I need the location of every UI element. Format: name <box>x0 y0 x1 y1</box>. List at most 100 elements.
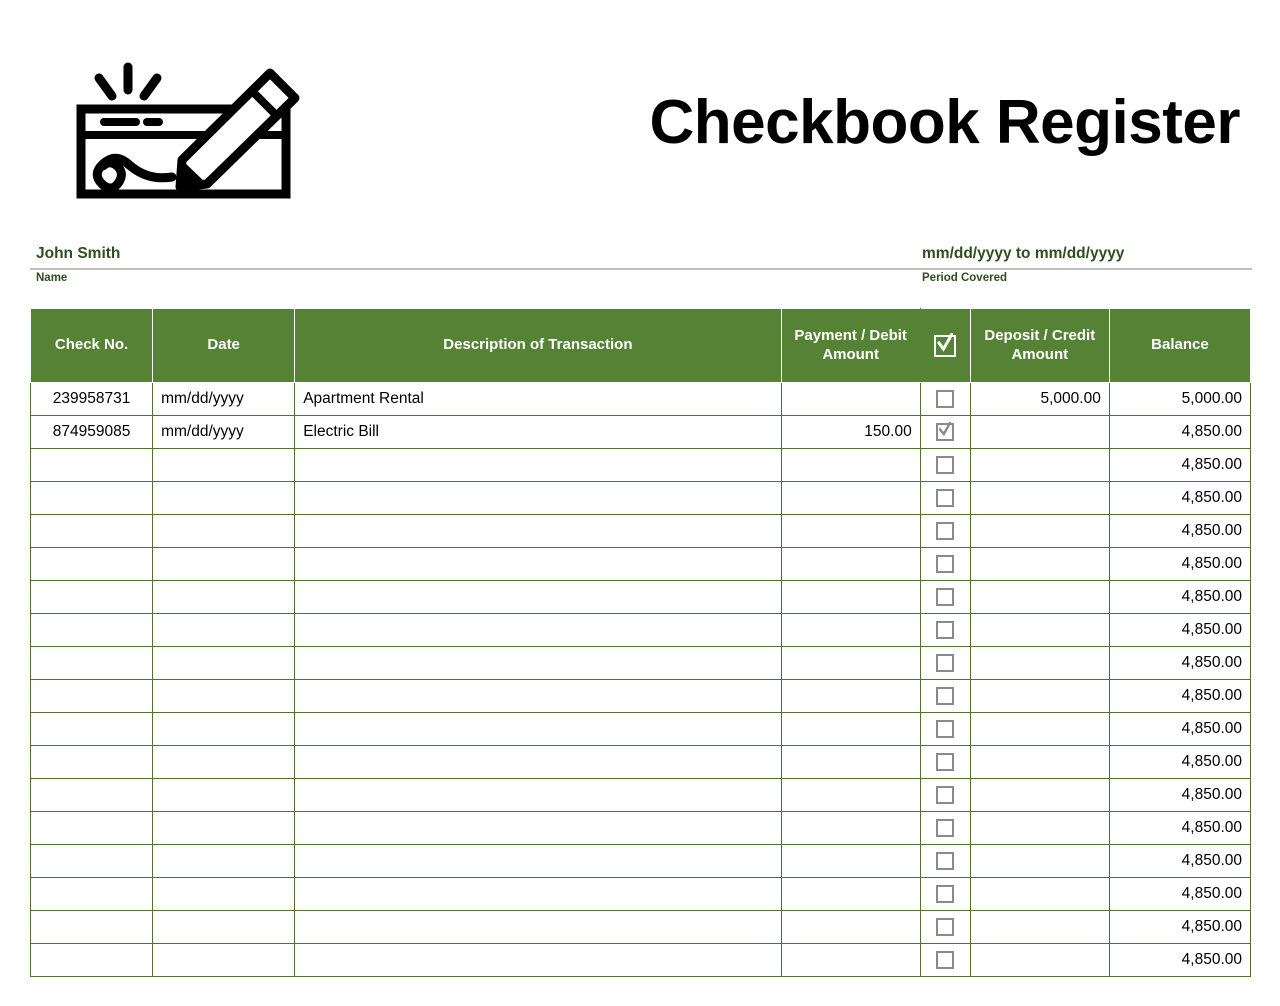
cell-check-no[interactable] <box>29 877 154 911</box>
cell-description[interactable] <box>294 547 782 581</box>
cell-payment[interactable] <box>780 514 921 548</box>
cell-description[interactable]: Apartment Rental <box>294 382 782 416</box>
cell-description[interactable] <box>294 811 782 845</box>
period-value[interactable]: mm/dd/yyyy to mm/dd/yyyy <box>922 244 1124 264</box>
cell-date[interactable] <box>152 745 296 779</box>
unchecked-checkbox-icon[interactable] <box>936 950 955 969</box>
cell-balance[interactable]: 4,850.00 <box>1108 844 1252 878</box>
cell-description[interactable] <box>294 910 782 944</box>
cell-cleared-checkbox[interactable] <box>919 679 971 713</box>
cell-balance[interactable]: 4,850.00 <box>1108 679 1252 713</box>
unchecked-checkbox-icon[interactable] <box>936 917 955 936</box>
cell-description[interactable] <box>294 481 782 515</box>
unchecked-checkbox-icon[interactable] <box>936 653 955 672</box>
column-header-payment[interactable]: Payment / Debit Amount <box>780 308 921 383</box>
cell-payment[interactable] <box>780 778 921 812</box>
cell-date[interactable] <box>152 481 296 515</box>
cell-deposit[interactable] <box>969 514 1110 548</box>
cell-date[interactable] <box>152 811 296 845</box>
cell-date[interactable]: mm/dd/yyyy <box>152 415 296 449</box>
cell-date[interactable] <box>152 910 296 944</box>
unchecked-checkbox-icon[interactable] <box>936 719 955 738</box>
cell-balance[interactable]: 4,850.00 <box>1108 646 1252 680</box>
cell-balance[interactable]: 4,850.00 <box>1108 415 1252 449</box>
cell-date[interactable] <box>152 514 296 548</box>
cell-cleared-checkbox[interactable] <box>919 811 971 845</box>
cell-payment[interactable] <box>780 910 921 944</box>
cell-payment[interactable] <box>780 448 921 482</box>
cell-description[interactable] <box>294 712 782 746</box>
cell-check-no[interactable] <box>29 514 154 548</box>
cell-deposit[interactable] <box>969 481 1110 515</box>
cell-payment[interactable] <box>780 580 921 614</box>
cell-balance[interactable]: 4,850.00 <box>1108 811 1252 845</box>
cell-check-no[interactable]: 239958731 <box>29 382 154 416</box>
cell-description[interactable] <box>294 613 782 647</box>
cell-check-no[interactable] <box>29 646 154 680</box>
cell-check-no[interactable] <box>29 613 154 647</box>
cell-check-no[interactable] <box>29 481 154 515</box>
cell-check-no[interactable] <box>29 811 154 845</box>
cell-deposit[interactable] <box>969 448 1110 482</box>
column-header-description[interactable]: Description of Transaction <box>294 308 782 383</box>
cell-deposit[interactable] <box>969 547 1110 581</box>
cell-cleared-checkbox[interactable] <box>919 646 971 680</box>
cell-cleared-checkbox[interactable] <box>919 910 971 944</box>
cell-check-no[interactable] <box>29 712 154 746</box>
cell-check-no[interactable]: 874959085 <box>29 415 154 449</box>
cell-date[interactable] <box>152 547 296 581</box>
cell-deposit[interactable]: 5,000.00 <box>969 382 1110 416</box>
cell-description[interactable] <box>294 580 782 614</box>
cell-balance[interactable]: 4,850.00 <box>1108 514 1252 548</box>
unchecked-checkbox-icon[interactable] <box>936 389 955 408</box>
cell-payment[interactable] <box>780 811 921 845</box>
cell-cleared-checkbox[interactable] <box>919 481 971 515</box>
cell-balance[interactable]: 5,000.00 <box>1108 382 1252 416</box>
cell-balance[interactable]: 4,850.00 <box>1108 712 1252 746</box>
cell-payment[interactable] <box>780 745 921 779</box>
unchecked-checkbox-icon[interactable] <box>936 587 955 606</box>
cell-cleared-checkbox[interactable] <box>919 712 971 746</box>
cell-check-no[interactable] <box>29 679 154 713</box>
cell-cleared-checkbox[interactable] <box>919 745 971 779</box>
unchecked-checkbox-icon[interactable] <box>936 521 955 540</box>
cell-deposit[interactable] <box>969 580 1110 614</box>
cell-date[interactable] <box>152 613 296 647</box>
unchecked-checkbox-icon[interactable] <box>936 686 955 705</box>
cell-deposit[interactable] <box>969 745 1110 779</box>
cell-description[interactable] <box>294 448 782 482</box>
cell-balance[interactable]: 4,850.00 <box>1108 481 1252 515</box>
cell-balance[interactable]: 4,850.00 <box>1108 580 1252 614</box>
cell-balance[interactable]: 4,850.00 <box>1108 547 1252 581</box>
column-header-balance[interactable]: Balance <box>1108 308 1252 383</box>
cell-balance[interactable]: 4,850.00 <box>1108 943 1252 977</box>
cell-check-no[interactable] <box>29 910 154 944</box>
cell-payment[interactable] <box>780 679 921 713</box>
cell-cleared-checkbox[interactable] <box>919 943 971 977</box>
cell-balance[interactable]: 4,850.00 <box>1108 778 1252 812</box>
cell-date[interactable] <box>152 877 296 911</box>
cell-deposit[interactable] <box>969 415 1110 449</box>
cell-deposit[interactable] <box>969 910 1110 944</box>
cell-date[interactable]: mm/dd/yyyy <box>152 382 296 416</box>
cell-balance[interactable]: 4,850.00 <box>1108 877 1252 911</box>
cell-balance[interactable]: 4,850.00 <box>1108 448 1252 482</box>
cell-date[interactable] <box>152 844 296 878</box>
cell-balance[interactable]: 4,850.00 <box>1108 745 1252 779</box>
unchecked-checkbox-icon[interactable] <box>936 488 955 507</box>
cell-check-no[interactable] <box>29 943 154 977</box>
column-header-check-no[interactable]: Check No. <box>29 308 154 383</box>
cell-deposit[interactable] <box>969 877 1110 911</box>
cell-check-no[interactable] <box>29 448 154 482</box>
unchecked-checkbox-icon[interactable] <box>936 752 955 771</box>
unchecked-checkbox-icon[interactable] <box>936 884 955 903</box>
unchecked-checkbox-icon[interactable] <box>936 455 955 474</box>
cell-payment[interactable] <box>780 382 921 416</box>
unchecked-checkbox-icon[interactable] <box>936 785 955 804</box>
cell-cleared-checkbox[interactable] <box>919 448 971 482</box>
cell-payment[interactable] <box>780 712 921 746</box>
cell-description[interactable]: Electric Bill <box>294 415 782 449</box>
cell-check-no[interactable] <box>29 547 154 581</box>
cell-deposit[interactable] <box>969 943 1110 977</box>
cell-cleared-checkbox[interactable] <box>919 877 971 911</box>
